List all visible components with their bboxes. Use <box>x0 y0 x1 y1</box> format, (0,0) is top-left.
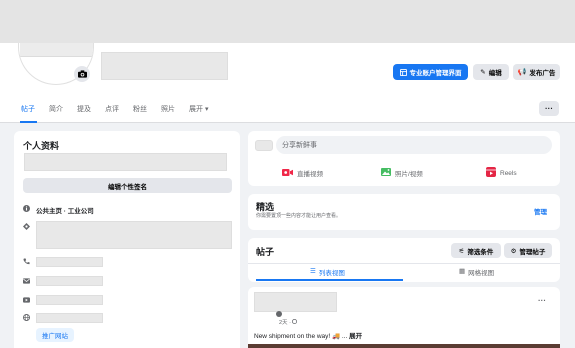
list-view-label: 列表视图 <box>318 270 345 277</box>
post-card: ··· 2天 · New shipment on the way! 🚚 ... … <box>248 287 560 348</box>
page-name <box>101 52 228 80</box>
email-placeholder <box>36 276 103 286</box>
promote-website-button[interactable]: 推广网站 <box>36 328 74 342</box>
phone-icon <box>23 258 30 265</box>
info-icon <box>23 205 30 212</box>
manage-featured-link[interactable]: 管理 <box>534 206 547 216</box>
tab-mentions[interactable]: 提及 <box>77 104 91 114</box>
globe-icon <box>291 318 297 326</box>
post-time: 2天 · <box>279 320 291 326</box>
megaphone-icon: 📢 <box>517 69 527 76</box>
composer-card: 分享新鲜事 直播视频 照片/视频 Reels <box>248 131 560 186</box>
intro-title: 个人资料 <box>23 141 60 151</box>
gear-icon: ⚙ <box>510 247 517 255</box>
list-icon: ☰ <box>310 268 316 275</box>
grid-view-label: 网格视图 <box>468 270 495 277</box>
filter-icon: ⚟ <box>458 247 465 255</box>
post-more-button[interactable]: ··· <box>538 296 546 305</box>
photo-video-label: 照片/视频 <box>395 171 423 178</box>
reels-label: Reels <box>500 169 517 177</box>
featured-card: 精选 你需要置顶一些内容才能让用户查看。 管理 <box>248 194 560 230</box>
active-view-indicator <box>256 279 403 281</box>
tab-followers[interactable]: 粉丝 <box>133 104 147 114</box>
filter-label: 筛选条件 <box>467 248 494 256</box>
live-video-icon <box>282 168 293 178</box>
photo-icon <box>381 168 391 178</box>
pro-dashboard-button[interactable]: 专业账户管理界面 <box>393 64 468 80</box>
tab-list-view[interactable]: ☰ 列表视图 <box>310 267 345 277</box>
camera-icon[interactable] <box>74 66 90 82</box>
edit-label: 编辑 <box>488 70 502 77</box>
tab-more[interactable]: 展开 ▾ <box>189 104 208 114</box>
live-video-button[interactable]: 直播视频 <box>282 168 323 178</box>
manage-posts-label: 管理帖子 <box>519 248 546 256</box>
video-icon <box>23 296 30 303</box>
tab-reviews[interactable]: 点评 <box>105 104 119 114</box>
page-category: 公共主页 · 工业公司 <box>36 208 94 215</box>
more-label: ··· <box>545 104 553 113</box>
more-options-button[interactable]: ··· <box>539 101 559 116</box>
manage-posts-button[interactable]: ⚙ 管理帖子 <box>504 243 552 258</box>
edit-bio-label: 编辑个性签名 <box>108 183 147 191</box>
grid-icon: ▦ <box>459 268 466 275</box>
reels-icon <box>486 167 496 179</box>
promote-website-label: 推广网站 <box>42 333 68 340</box>
post-image[interactable] <box>248 344 560 348</box>
advertise-button[interactable]: 📢 发布广告 <box>513 64 560 80</box>
reels-button[interactable]: Reels <box>486 167 517 179</box>
address-placeholder <box>36 221 232 249</box>
posts-title: 帖子 <box>256 247 275 257</box>
tab-posts[interactable]: 帖子 <box>21 104 35 114</box>
featured-subtitle: 你需要置顶一些内容才能让用户查看。 <box>256 213 342 219</box>
location-icon <box>23 223 30 230</box>
expand-link[interactable]: 展开 <box>349 333 362 340</box>
post-author-placeholder <box>254 292 337 312</box>
website-placeholder <box>36 313 103 323</box>
post-text: New shipment on the way! 🚚 ... 展开 <box>254 330 362 340</box>
cover-area <box>0 0 575 43</box>
post-text-content: New shipment on the way! 🚚 ... <box>254 333 348 340</box>
email-icon <box>23 277 30 284</box>
dashboard-icon <box>399 68 407 76</box>
youtube-placeholder <box>36 295 103 305</box>
filter-button[interactable]: ⚟ 筛选条件 <box>451 243 501 258</box>
pro-dashboard-label: 专业账户管理界面 <box>409 70 462 77</box>
edit-bio-button[interactable]: 编辑个性签名 <box>23 178 232 193</box>
bio-placeholder <box>24 153 227 171</box>
post-timestamp[interactable]: 2天 · <box>279 318 297 326</box>
profile-tabs: 帖子 简介 提及 点评 粉丝 照片 展开 ▾ <box>21 104 222 114</box>
intro-card: 个人资料 编辑个性签名 公共主页 · 工业公司 推广网站 <box>14 131 240 348</box>
tab-photos[interactable]: 照片 <box>161 104 175 114</box>
composer-avatar <box>255 140 273 151</box>
edit-button[interactable]: ✎ 编辑 <box>473 64 509 80</box>
tab-grid-view[interactable]: ▦ 网格视图 <box>459 267 494 277</box>
globe-icon <box>23 314 30 321</box>
phone-placeholder <box>36 257 103 267</box>
live-video-label: 直播视频 <box>297 171 323 178</box>
composer-input[interactable]: 分享新鲜事 <box>276 136 552 154</box>
info-icon <box>276 311 282 317</box>
tab-about[interactable]: 简介 <box>49 104 63 114</box>
advertise-label: 发布广告 <box>529 70 556 77</box>
pencil-icon: ✎ <box>480 69 486 76</box>
posts-card: 帖子 ⚟ 筛选条件 ⚙ 管理帖子 ☰ 列表视图 ▦ 网格视图 <box>248 238 560 282</box>
divider <box>248 263 560 264</box>
active-tab-indicator <box>20 121 37 123</box>
photo-video-button[interactable]: 照片/视频 <box>381 168 423 178</box>
